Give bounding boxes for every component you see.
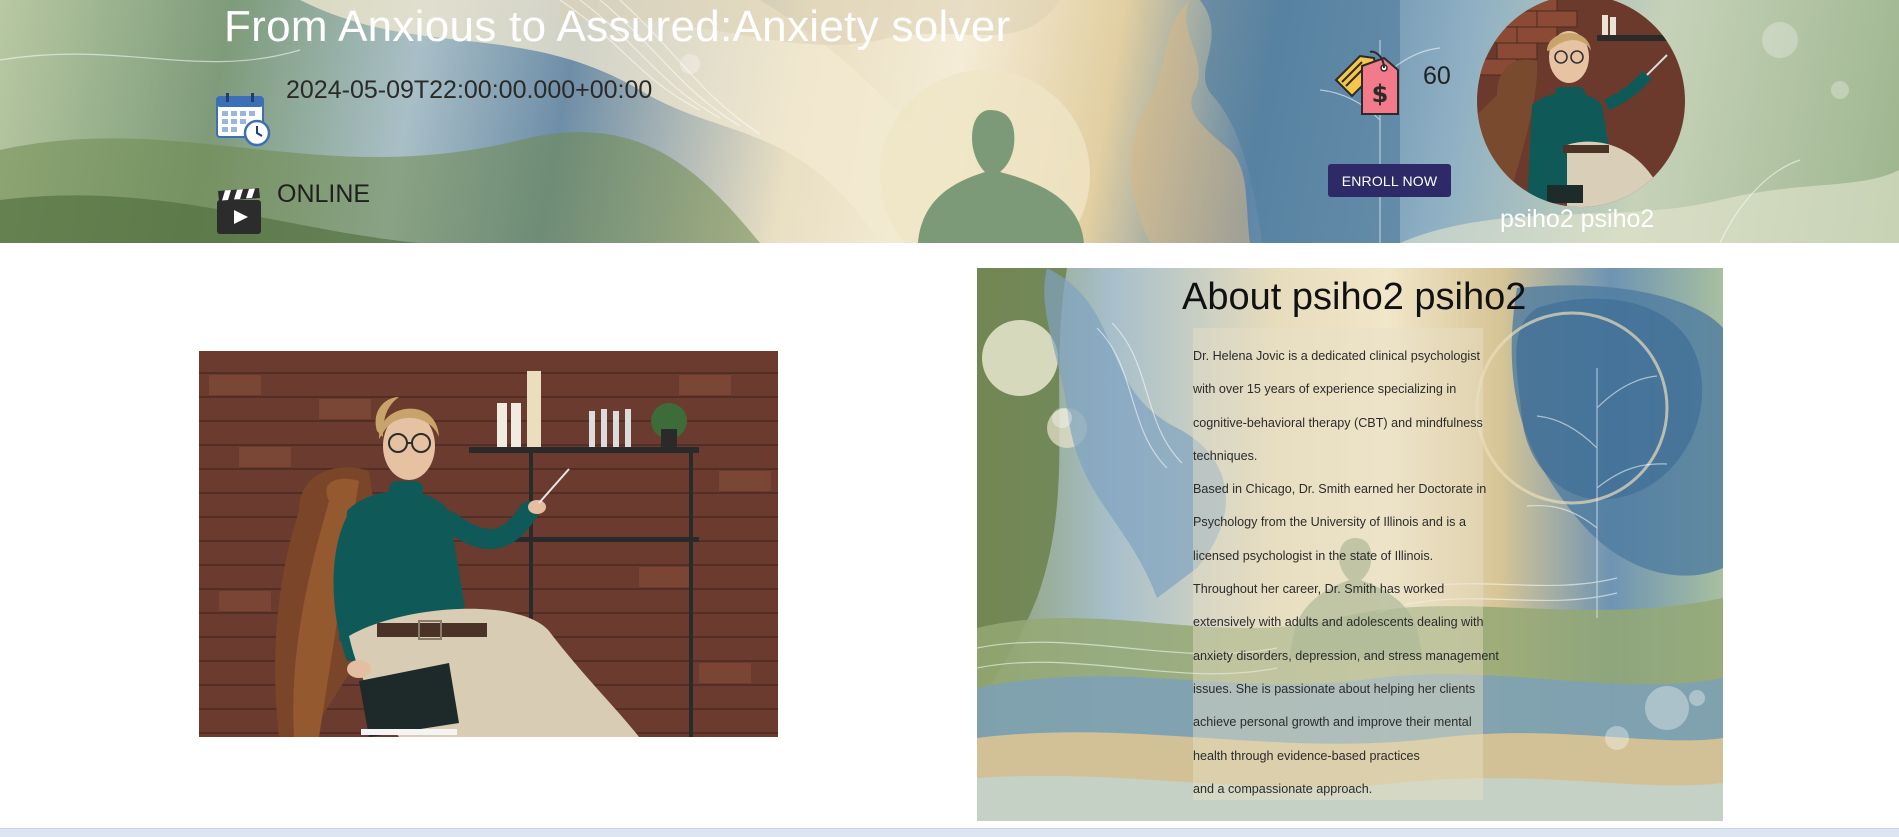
bio-line: extensively with adults and adolescents … <box>1193 615 1484 630</box>
price-tags-dollar-icon: $ <box>1328 42 1408 122</box>
bio-line: licensed psychologist in the state of Il… <box>1193 548 1434 563</box>
event-date: 2024-05-09T22:00:00.000+00:00 <box>286 76 653 104</box>
about-bio: Dr. Helena Jovic is a dedicated clinical… <box>1193 340 1533 806</box>
bio-line: and a compassionate approach. <box>1193 781 1373 796</box>
calendar-clock-icon <box>215 91 271 147</box>
clapperboard-play-icon <box>215 186 263 236</box>
bio-line: Psychology from the University of Illino… <box>1193 515 1466 530</box>
bio-line: techniques. <box>1193 448 1258 463</box>
event-price: 60 <box>1423 62 1451 90</box>
bio-line: issues. She is passionate about helping … <box>1193 681 1476 696</box>
svg-text:$: $ <box>1372 80 1389 108</box>
event-hero-banner: From Anxious to Assured:Anxiety solver 2… <box>0 0 1899 243</box>
bio-line: health through evidence-based practices <box>1193 748 1420 763</box>
host-avatar[interactable] <box>1477 0 1685 207</box>
host-name[interactable]: psiho2 psiho2 <box>1500 205 1654 234</box>
bio-line: achieve personal growth and improve thei… <box>1193 715 1472 730</box>
about-host-card: About psiho2 psiho2 Dr. Helena Jovic is … <box>977 268 1723 821</box>
bio-line: anxiety disorders, depression, and stres… <box>1193 648 1499 663</box>
bio-line: cognitive-behavioral therapy (CBT) and m… <box>1193 415 1483 430</box>
event-title: From Anxious to Assured:Anxiety solver <box>224 2 1011 51</box>
bio-line: with over 15 years of experience special… <box>1193 382 1457 397</box>
bio-line: Based in Chicago, Dr. Smith earned her D… <box>1193 482 1487 497</box>
enroll-now-button[interactable]: ENROLL NOW <box>1328 164 1451 197</box>
bio-line: Dr. Helena Jovic is a dedicated clinical… <box>1193 349 1480 363</box>
about-heading: About psiho2 psiho2 <box>1182 276 1527 318</box>
event-mode: ONLINE <box>277 180 371 208</box>
bio-line: Throughout her career, Dr. Smith has wor… <box>1193 582 1445 597</box>
host-photo <box>199 351 778 737</box>
